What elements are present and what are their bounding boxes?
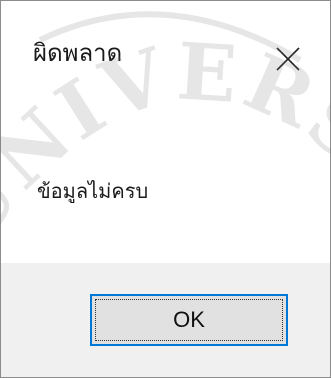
close-button[interactable] xyxy=(266,37,310,81)
dialog-footer: OK xyxy=(1,263,330,377)
dialog-content: ข้อมูลไม่ครบ xyxy=(1,111,330,263)
error-message: ข้อมูลไม่ครบ xyxy=(37,179,149,203)
ok-button-label: OK xyxy=(173,307,205,332)
close-icon xyxy=(276,47,300,71)
dialog-title: ผิดพลาด xyxy=(33,39,123,67)
error-dialog: ผิดพลาด ข้อมูลไม่ครบ OK xyxy=(0,0,331,378)
dialog-titlebar: ผิดพลาด xyxy=(1,1,330,111)
ok-button[interactable]: OK xyxy=(90,294,288,346)
